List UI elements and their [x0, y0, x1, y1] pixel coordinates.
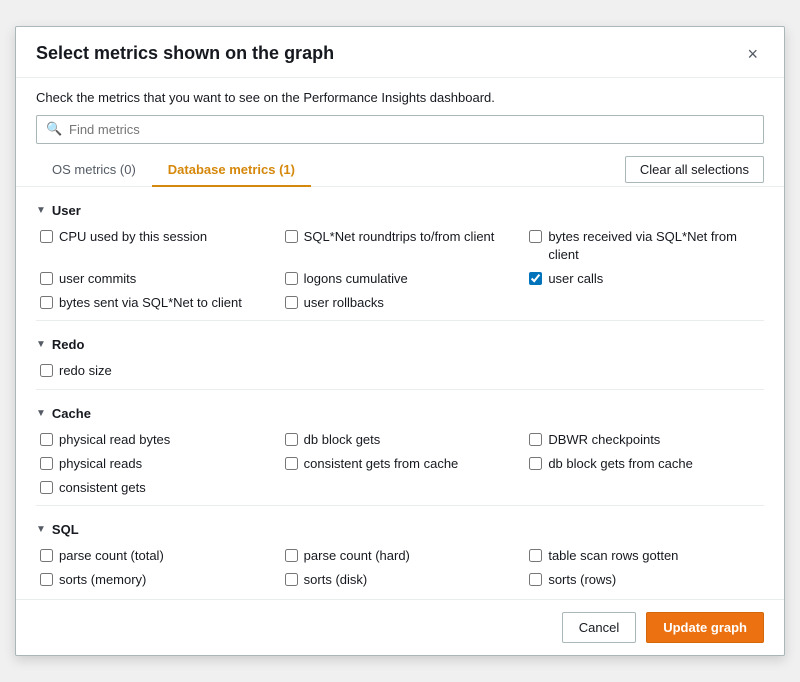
chevron-icon-cache: ▼ [36, 408, 46, 419]
section-sql-header[interactable]: ▼ SQL [36, 522, 764, 537]
section-redo-title: Redo [52, 337, 85, 352]
metric-db-block-gets[interactable]: db block gets [285, 431, 520, 449]
chevron-icon: ▼ [36, 205, 46, 216]
checkbox-consistent-gets-cache[interactable] [285, 457, 298, 470]
checkbox-sorts-memory[interactable] [40, 573, 53, 586]
checkbox-redo-size[interactable] [40, 364, 53, 377]
section-cache: ▼ Cache physical read bytes db block get… [36, 406, 764, 498]
chevron-icon-sql: ▼ [36, 524, 46, 535]
section-user-title: User [52, 203, 81, 218]
divider-redo [36, 320, 764, 321]
metric-table-scan-rows[interactable]: table scan rows gotten [529, 547, 764, 565]
divider-cache [36, 389, 764, 390]
modal-description: Check the metrics that you want to see o… [16, 78, 784, 115]
cache-metrics-grid: physical read bytes db block gets DBWR c… [40, 431, 764, 498]
modal-header: Select metrics shown on the graph × [16, 27, 784, 78]
metric-physical-reads[interactable]: physical reads [40, 455, 275, 473]
tab-os-metrics[interactable]: OS metrics (0) [36, 154, 152, 187]
divider-sql [36, 505, 764, 506]
checkbox-physical-reads[interactable] [40, 457, 53, 470]
modal-footer: Cancel Update graph [16, 599, 784, 655]
metric-logons-cumulative[interactable]: logons cumulative [285, 270, 520, 288]
search-icon: 🔍 [46, 121, 62, 137]
metric-user-rollbacks[interactable]: user rollbacks [285, 294, 520, 312]
tabs-container: OS metrics (0) Database metrics (1) [36, 154, 311, 186]
metric-user-calls[interactable]: user calls [529, 270, 764, 288]
metric-redo-size[interactable]: redo size [40, 362, 275, 380]
metric-consistent-gets[interactable]: consistent gets [40, 479, 275, 497]
modal-body: ▼ User CPU used by this session SQL*Net … [16, 187, 784, 600]
checkbox-dbwr-checkpoints[interactable] [529, 433, 542, 446]
checkbox-user-commits[interactable] [40, 272, 53, 285]
close-button[interactable]: × [741, 43, 764, 65]
metric-user-commits[interactable]: user commits [40, 270, 275, 288]
search-bar: 🔍 [36, 115, 764, 144]
redo-metrics-grid: redo size [40, 362, 764, 380]
checkbox-logons-cumulative[interactable] [285, 272, 298, 285]
section-redo: ▼ Redo redo size [36, 337, 764, 380]
metric-db-block-gets-cache[interactable]: db block gets from cache [529, 455, 764, 473]
metric-parse-count-total[interactable]: parse count (total) [40, 547, 275, 565]
checkbox-cpu-session[interactable] [40, 230, 53, 243]
cancel-button[interactable]: Cancel [562, 612, 636, 643]
modal: Select metrics shown on the graph × Chec… [15, 26, 785, 657]
update-graph-button[interactable]: Update graph [646, 612, 764, 643]
checkbox-sorts-rows[interactable] [529, 573, 542, 586]
clear-all-button[interactable]: Clear all selections [625, 156, 764, 183]
modal-title: Select metrics shown on the graph [36, 43, 334, 64]
checkbox-parse-count-hard[interactable] [285, 549, 298, 562]
chevron-icon-redo: ▼ [36, 339, 46, 350]
tabs-row: OS metrics (0) Database metrics (1) Clea… [16, 154, 784, 187]
section-sql: ▼ SQL parse count (total) parse count (h… [36, 522, 764, 589]
metric-physical-read-bytes[interactable]: physical read bytes [40, 431, 275, 449]
checkbox-db-block-gets-cache[interactable] [529, 457, 542, 470]
metric-consistent-gets-cache[interactable]: consistent gets from cache [285, 455, 520, 473]
checkbox-consistent-gets[interactable] [40, 481, 53, 494]
modal-overlay: Select metrics shown on the graph × Chec… [0, 0, 800, 682]
tab-database-metrics[interactable]: Database metrics (1) [152, 154, 311, 187]
metric-dbwr-checkpoints[interactable]: DBWR checkpoints [529, 431, 764, 449]
checkbox-bytes-received[interactable] [529, 230, 542, 243]
section-redo-header[interactable]: ▼ Redo [36, 337, 764, 352]
checkbox-user-calls[interactable] [529, 272, 542, 285]
checkbox-physical-read-bytes[interactable] [40, 433, 53, 446]
section-sql-title: SQL [52, 522, 79, 537]
sql-metrics-grid: parse count (total) parse count (hard) t… [40, 547, 764, 589]
section-cache-header[interactable]: ▼ Cache [36, 406, 764, 421]
section-cache-title: Cache [52, 406, 91, 421]
section-user: ▼ User CPU used by this session SQL*Net … [36, 203, 764, 313]
metric-bytes-sent[interactable]: bytes sent via SQL*Net to client [40, 294, 275, 312]
section-user-header[interactable]: ▼ User [36, 203, 764, 218]
metric-sorts-rows[interactable]: sorts (rows) [529, 571, 764, 589]
metric-sqlnet-roundtrips[interactable]: SQL*Net roundtrips to/from client [285, 228, 520, 264]
metric-sorts-disk[interactable]: sorts (disk) [285, 571, 520, 589]
checkbox-bytes-sent[interactable] [40, 296, 53, 309]
checkbox-sorts-disk[interactable] [285, 573, 298, 586]
metric-bytes-received[interactable]: bytes received via SQL*Net from client [529, 228, 764, 264]
checkbox-table-scan-rows[interactable] [529, 549, 542, 562]
checkbox-sqlnet-roundtrips[interactable] [285, 230, 298, 243]
checkbox-parse-count-total[interactable] [40, 549, 53, 562]
metric-parse-count-hard[interactable]: parse count (hard) [285, 547, 520, 565]
checkbox-user-rollbacks[interactable] [285, 296, 298, 309]
search-input[interactable] [36, 115, 764, 144]
user-metrics-grid: CPU used by this session SQL*Net roundtr… [40, 228, 764, 313]
metric-sorts-memory[interactable]: sorts (memory) [40, 571, 275, 589]
checkbox-db-block-gets[interactable] [285, 433, 298, 446]
metric-cpu-session[interactable]: CPU used by this session [40, 228, 275, 264]
